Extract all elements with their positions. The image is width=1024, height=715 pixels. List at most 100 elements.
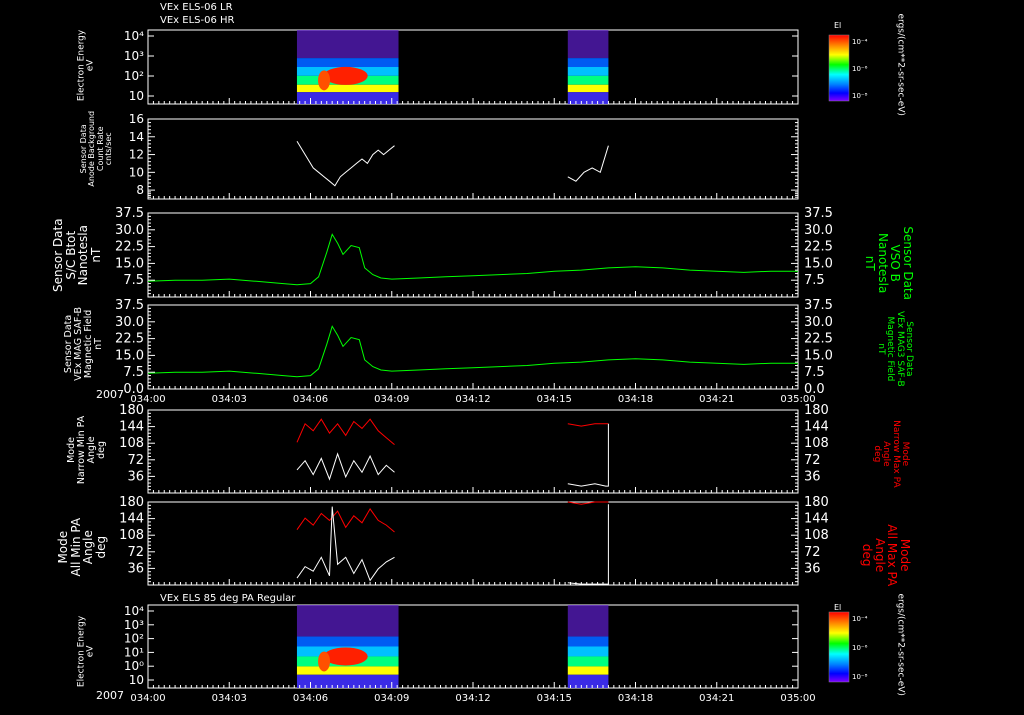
y-tick-label: 10³ [124,49,144,63]
y-tick-label: 10⁴ [124,604,144,618]
y-tick-label-right: 108 [804,528,829,543]
y-tick-label: 10 [129,89,144,103]
y-tick-label: 37.5 [115,206,144,221]
y-tick-label: 108 [119,436,144,451]
spectrogram-hotspot [318,70,331,91]
y-tick-label: 10¹ [124,645,144,659]
y-tick-label: 36 [127,469,144,484]
spectrogram-band [296,605,399,637]
spectrogram-hotspot [323,66,368,85]
x-tick-label: 034:06 [293,693,328,704]
y-tick-label-right: 30.0 [804,223,833,238]
y-tick-label: 10 [129,165,144,179]
series-green-panel3-seg1 [147,233,798,286]
series-white-panel2-seg2 [567,145,609,182]
colorbar-bottom-title: El [834,603,842,612]
y-tick-label: 144 [119,420,144,435]
y-tick-label: 10² [124,632,144,646]
y-tick-label: 7.5 [123,273,144,288]
y-tick-label: 108 [119,528,144,543]
y-tick-label: 10² [124,69,144,83]
y-tick-label: 10 [129,673,144,687]
x-tick-label: 035:00 [780,693,815,704]
y-tick-label-right: 36 [804,561,821,576]
y-tick-label: 7.5 [123,365,144,380]
y-tick-label-right: 37.5 [804,298,833,313]
x-tick-label: 034:21 [699,394,734,405]
spectrogram-band [567,656,609,667]
series-white-panel5-seg2 [567,423,609,487]
colorbar-top [828,34,850,102]
y-tick-label: 8 [136,183,144,197]
spectrogram-band [567,646,609,657]
y-tick-label: 30.0 [115,315,144,330]
y-tick-label-right: 7.5 [804,273,825,288]
spectrogram-band [296,636,399,647]
spectrogram-band [296,666,399,675]
spectrogram-band [567,30,609,59]
panel6-ylabel: Mode All Min PA Angle deg [55,517,108,577]
x-tick-label: 034:18 [618,693,653,704]
series-red-panel6-seg1 [296,507,395,533]
series-white-panel5-seg1 [296,452,395,481]
spectrogram-band [567,84,609,93]
panel-frame-4 [147,304,799,390]
panel-frame-5 [147,409,799,494]
panel-frame-1 [147,29,799,105]
panel-frame-2 [147,118,799,200]
panel-frame-6 [147,501,799,586]
y-tick-label: 72 [127,453,144,468]
x-tick-label: 034:03 [212,394,247,405]
x-tick-label: 034:00 [130,693,165,704]
colorbar-tick-label: 10⁻⁸ [852,92,868,100]
panel-frames [147,29,799,689]
y-tick-label-right: 144 [804,420,829,435]
colorbar-top-title: El [834,21,842,30]
y-tick-label-right: 22.5 [804,240,833,255]
x-tick-label: 034:15 [537,394,572,405]
y-tick-label: 12 [129,148,144,162]
x-tick-label: 034:18 [618,394,653,405]
panel-frame-3 [147,212,799,298]
x-tick-label: 034:00 [130,394,165,405]
y-tick-label-right: 15.0 [804,348,833,363]
y-tick-label: 10⁴ [124,29,144,43]
panel-frame-7 [147,604,799,689]
y-tick-label: 15.0 [115,256,144,271]
y-tick-label: 10⁰ [124,659,144,673]
spectrogram-band [567,58,609,67]
panel5-ylabel: Mode Narrow Min PA Angle deg [66,415,107,485]
y-tick-label-right: 72 [804,545,821,560]
colorbar-tick-label: 10⁻⁸ [852,673,868,681]
y-tick-label-right: 37.5 [804,206,833,221]
y-tick-label-right: 72 [804,453,821,468]
y-tick-label: 15.0 [115,348,144,363]
y-tick-label: 16 [129,112,144,126]
series-layer [147,140,798,585]
x-tick-label: 034:12 [455,693,490,704]
spectrogram-band [567,666,609,675]
y-tick-label: 22.5 [115,332,144,347]
x-tick-label: 034:03 [212,693,247,704]
x-tick-label: 034:06 [293,394,328,405]
colorbar-tick-label: 10⁻⁶ [852,65,868,73]
panel2-ylabel: Sensor Data Anode Background Count Rate cn… [79,110,114,187]
spectrogram-band [296,58,399,67]
y-tick-label-right: 180 [804,495,829,510]
y-tick-label-right: 30.0 [804,315,833,330]
spectrogram-band [567,75,609,85]
x-tick-label: 034:12 [455,394,490,405]
top-header-line2: VEx ELS-06 HR [160,15,235,26]
spectrogram-hotspot [318,651,331,672]
y-tick-label-right: 15.0 [804,256,833,271]
y-tick-label: 10³ [124,618,144,632]
colorbar-bottom [828,611,850,683]
series-white-panel6-seg1 [296,506,395,582]
bottom-header: VEx ELS 85 deg PA Regular [160,593,296,604]
spectrogram-band [567,92,609,104]
y-tick-label-right: 36 [804,469,821,484]
y-tick-label-right: 144 [804,512,829,527]
spectrogram-band [567,636,609,647]
spectrogram-layer [296,30,609,688]
x-tick-label: 034:09 [374,693,409,704]
